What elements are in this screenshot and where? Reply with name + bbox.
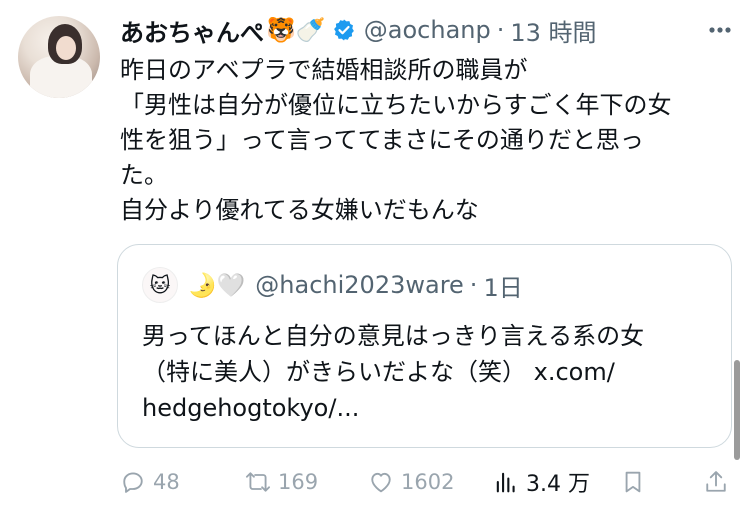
tweet-text: 昨日のアベプラで結婚相談所の職員が「男性は自分が優位に立ちたいからすごく年下の女… [120, 53, 730, 228]
quoted-text-line: 男ってほんと自分の意見はっきり言える系の女 [142, 322, 645, 350]
views-button[interactable]: 3.4 万 [492, 464, 590, 500]
quoted-author-avatar[interactable]: 🐱 [142, 267, 178, 303]
like-count: 1602 [401, 470, 455, 494]
cat-face-icon: 🐱 [149, 273, 171, 297]
quoted-tweet-text: 男ってほんと自分の意見はっきり言える系の女 （特に美人）がきらいだよな（笑） x.… [142, 318, 722, 426]
tweet-header: あおちゃんぺ 🐯🍼 @aochanp · 13 時間 [120, 12, 597, 48]
quoted-author-emojis: 🌛🤍 [188, 272, 246, 299]
heart-icon [371, 472, 391, 493]
reply-icon [123, 472, 143, 493]
tweet-text-line: 「男性は自分が優位に立ちたいからすごく年下の女 [120, 91, 672, 119]
tweet-text-line: 自分より優れてる女嫌いだもんな [120, 196, 479, 224]
reply-count: 48 [153, 470, 180, 494]
bookmark-button[interactable] [619, 464, 647, 500]
verified-badge-icon [333, 19, 354, 41]
tweet-actions: 48 169 1602 3.4 万 [117, 464, 737, 500]
author-avatar[interactable] [18, 16, 100, 98]
retweet-count: 169 [278, 470, 319, 494]
quoted-tweet[interactable]: 🐱 🌛🤍 @hachi2023ware · 1日 男ってほんと自分の意見はっきり… [117, 244, 732, 448]
reply-button[interactable]: 48 [119, 464, 180, 500]
quoted-author-handle[interactable]: @hachi2023ware [255, 271, 464, 299]
share-button[interactable] [702, 464, 730, 500]
quoted-tweet-time[interactable]: 1日 [483, 268, 522, 303]
meta-separator: · [496, 16, 505, 44]
tweet-text-line: た。 [120, 161, 168, 189]
tweet-text-line: 昨日のアベプラで結婚相談所の職員が [120, 56, 528, 84]
like-button[interactable]: 1602 [367, 464, 454, 500]
more-options-icon[interactable] [700, 18, 740, 42]
quoted-text-line: （特に美人）がきらいだよな（笑） x.com/ [142, 358, 615, 386]
quoted-meta-separator: · [469, 271, 478, 299]
scrollbar[interactable] [734, 360, 740, 460]
share-icon [706, 471, 726, 492]
views-chart-icon [496, 472, 515, 493]
quoted-tweet-header: 🐱 🌛🤍 @hachi2023ware · 1日 [142, 267, 523, 303]
quoted-text-line: hedgehogtokyo/... [142, 394, 360, 422]
tweet-text-line: 性を狙う」って言っててまさにその通りだと思っ [120, 126, 644, 154]
views-count: 3.4 万 [526, 472, 590, 497]
author-name[interactable]: あおちゃんぺ [120, 13, 264, 48]
tweet-time[interactable]: 13 時間 [510, 13, 596, 48]
author-emojis: 🐯🍼 [266, 16, 326, 44]
bookmark-icon [625, 471, 641, 493]
retweet-icon [245, 472, 271, 492]
retweet-button[interactable]: 169 [244, 464, 318, 500]
author-handle[interactable]: @aochanp [364, 16, 491, 44]
